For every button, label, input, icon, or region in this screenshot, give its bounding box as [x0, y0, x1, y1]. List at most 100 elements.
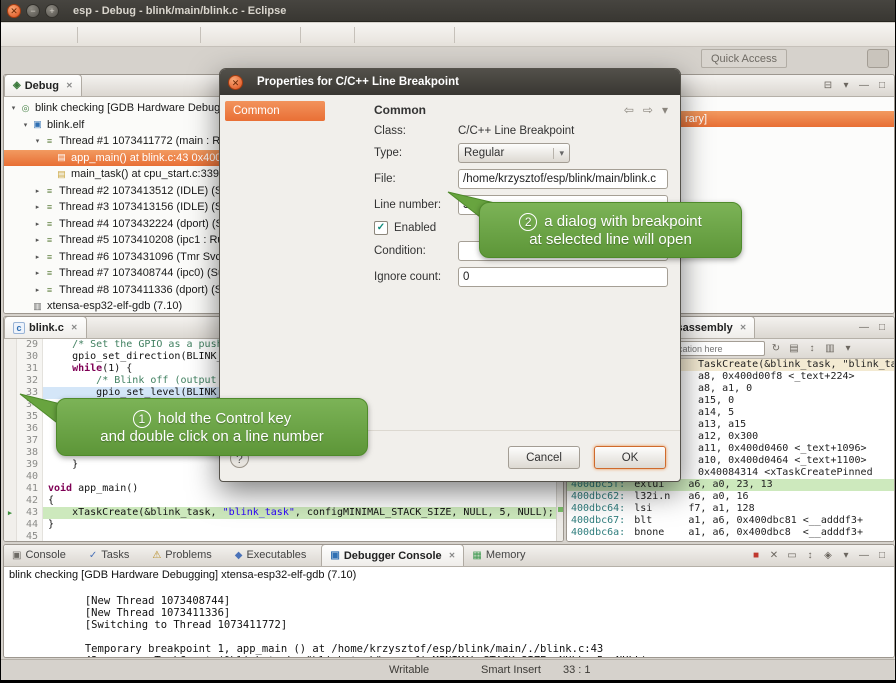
- disassembly-line[interactable]: 400dbc62: l32i.n a6, a0, 16: [567, 491, 894, 503]
- collapse-all-icon[interactable]: ⊟: [821, 80, 835, 91]
- code-row[interactable]: 42 {: [4, 495, 563, 507]
- line-number[interactable]: 39: [17, 459, 43, 471]
- overview-mark-ip[interactable]: [558, 507, 563, 512]
- editor-margin-marker[interactable]: [4, 411, 17, 423]
- editor-margin-marker[interactable]: [4, 483, 17, 495]
- file-field[interactable]: [458, 169, 668, 189]
- expander-icon[interactable]: ▸: [32, 203, 43, 211]
- forward-icon[interactable]: ⇨: [643, 103, 653, 117]
- dialog-titlebar[interactable]: ✕ Properties for C/C++ Line Breakpoint: [220, 69, 680, 95]
- tab-close-icon[interactable]: ✕: [66, 81, 73, 90]
- editor-margin-marker[interactable]: [4, 387, 17, 399]
- code-line[interactable]: {: [43, 495, 563, 507]
- sync-context-icon[interactable]: ↕: [805, 343, 819, 354]
- instruction-stepping-icon[interactable]: [274, 25, 296, 45]
- editor-margin-marker[interactable]: [4, 447, 17, 459]
- line-number[interactable]: 31: [17, 363, 43, 375]
- code-row[interactable]: 44 }: [4, 519, 563, 531]
- editor-margin-marker[interactable]: [4, 531, 17, 542]
- window-minimize-button[interactable]: −: [26, 4, 40, 18]
- search-icon[interactable]: [405, 25, 427, 45]
- editor-margin-marker[interactable]: [4, 339, 17, 351]
- line-number[interactable]: 37: [17, 435, 43, 447]
- code-row[interactable]: ▶ 43 xTaskCreate(&blink_task, "blink_tas…: [4, 507, 563, 519]
- enabled-checkbox[interactable]: ✓: [374, 221, 388, 235]
- maximize-view-icon[interactable]: □: [875, 322, 889, 333]
- forward-icon[interactable]: [482, 25, 504, 45]
- ignore-count-field[interactable]: [458, 267, 668, 287]
- expander-icon[interactable]: ▾: [20, 121, 31, 129]
- console-tab[interactable]: ◆ Executables: [227, 544, 322, 566]
- step-into-icon[interactable]: [205, 25, 227, 45]
- line-number[interactable]: 32: [17, 375, 43, 387]
- expander-icon[interactable]: ▸: [32, 253, 43, 261]
- expander-icon[interactable]: ▸: [32, 220, 43, 228]
- tab-close-icon[interactable]: ✕: [71, 323, 78, 332]
- expander-icon[interactable]: ▸: [32, 236, 43, 244]
- new-wizard-icon[interactable]: [5, 25, 27, 45]
- line-number[interactable]: 41: [17, 483, 43, 495]
- view-menu-icon[interactable]: ▾: [839, 80, 853, 91]
- maximize-view-icon[interactable]: □: [875, 550, 889, 561]
- refresh-icon[interactable]: ↻: [769, 343, 783, 354]
- toolbar-separator[interactable]: [354, 27, 355, 43]
- toolbar-separator[interactable]: [454, 27, 455, 43]
- remove-launch-icon[interactable]: ✕: [767, 550, 781, 561]
- step-return-icon[interactable]: [251, 25, 273, 45]
- tab-close-icon[interactable]: ✕: [449, 551, 456, 560]
- editor-margin-marker[interactable]: [4, 423, 17, 435]
- expander-icon[interactable]: ▸: [32, 187, 43, 195]
- run-icon[interactable]: [305, 25, 327, 45]
- clear-console-icon[interactable]: ▭: [785, 550, 799, 561]
- dialog-close-button[interactable]: ✕: [228, 75, 243, 90]
- view-menu-icon[interactable]: ▾: [662, 103, 668, 117]
- editor-margin-marker[interactable]: [4, 459, 17, 471]
- save-icon[interactable]: [28, 25, 50, 45]
- dialog-sidebar-item-common[interactable]: Common: [225, 101, 325, 121]
- line-number[interactable]: 29: [17, 339, 43, 351]
- view-menu-icon[interactable]: ▾: [841, 343, 855, 354]
- expander-icon[interactable]: ▾: [32, 137, 43, 145]
- code-line[interactable]: }: [43, 519, 563, 531]
- minimize-view-icon[interactable]: —: [857, 550, 871, 561]
- toolbar-separator[interactable]: [300, 27, 301, 43]
- minimize-view-icon[interactable]: —: [857, 80, 871, 91]
- tab-blink-c[interactable]: c blink.c ✕: [4, 316, 87, 338]
- ok-button[interactable]: OK: [594, 446, 666, 469]
- line-number[interactable]: 45: [17, 531, 43, 542]
- window-maximize-button[interactable]: +: [45, 4, 59, 18]
- console-tab[interactable]: ▦ Memory: [464, 544, 540, 566]
- editor-margin-marker[interactable]: [4, 471, 17, 483]
- disassembly-line[interactable]: 400dbc67: blt a1, a6, 0x400dbc81 <__addd…: [567, 515, 894, 527]
- suspend-icon[interactable]: [128, 25, 150, 45]
- disassembly-line[interactable]: 400dbc64: lsi f7, a1, 128: [567, 503, 894, 515]
- back-icon[interactable]: ⇦: [624, 103, 634, 117]
- show-opcodes-icon[interactable]: ▥: [823, 343, 837, 354]
- tab-debug[interactable]: ◈ Debug ✕: [4, 74, 82, 96]
- minimize-view-icon[interactable]: —: [857, 322, 871, 333]
- titlebar[interactable]: ✕ − + esp - Debug - blink/main/blink.c -…: [1, 0, 895, 22]
- line-number[interactable]: 30: [17, 351, 43, 363]
- editor-margin-marker[interactable]: [4, 363, 17, 375]
- disconnect-icon[interactable]: [174, 25, 196, 45]
- toolbar-separator[interactable]: [200, 27, 201, 43]
- open-perspective-icon[interactable]: [817, 49, 839, 68]
- console-tab[interactable]: ▣ Console: [4, 544, 81, 566]
- code-row[interactable]: 45: [4, 531, 563, 542]
- console-tab[interactable]: ✓ Tasks: [81, 544, 145, 566]
- expander-icon[interactable]: ▾: [8, 104, 19, 112]
- cpp-perspective-icon[interactable]: [842, 49, 864, 68]
- editor-margin-marker[interactable]: [4, 495, 17, 507]
- cancel-button[interactable]: Cancel: [508, 446, 580, 469]
- editor-margin-marker[interactable]: [4, 435, 17, 447]
- terminate-icon[interactable]: [151, 25, 173, 45]
- console-output[interactable]: blink checking [GDB Hardware Debugging] …: [4, 567, 894, 658]
- expander-icon[interactable]: ▸: [32, 269, 43, 277]
- toggle-mark-occurrences-icon[interactable]: [428, 25, 450, 45]
- debug-perspective-icon[interactable]: [867, 49, 889, 68]
- expander-icon[interactable]: ▸: [32, 286, 43, 294]
- terminate-icon[interactable]: ■: [749, 550, 763, 561]
- back-icon[interactable]: [459, 25, 481, 45]
- maximize-view-icon[interactable]: □: [875, 80, 889, 91]
- console-tab[interactable]: ▣ Debugger Console ✕: [321, 544, 464, 566]
